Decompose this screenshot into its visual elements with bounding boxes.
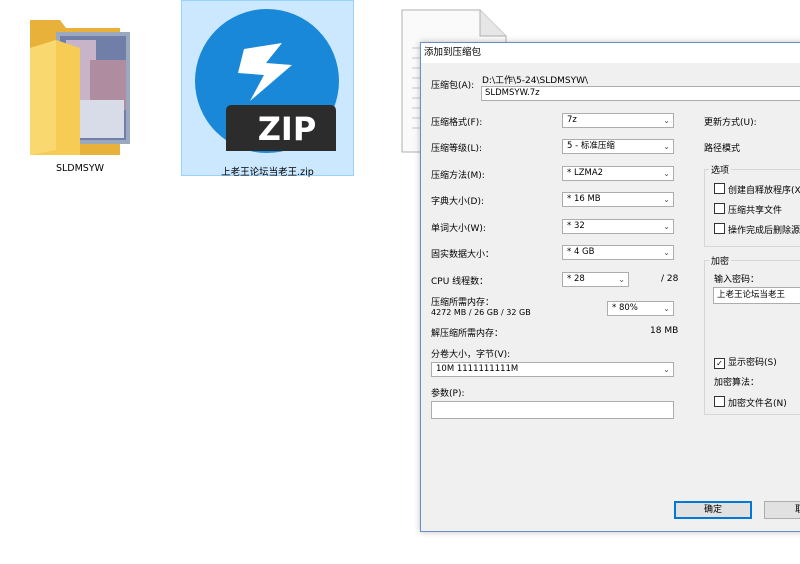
chevron-down-icon: ⌄ — [663, 195, 670, 204]
format-select[interactable]: 7z ⌄ — [562, 113, 674, 128]
chevron-down-icon: ⌄ — [663, 142, 670, 151]
solid-label: 固实数据大小： — [431, 250, 495, 260]
chevron-down-icon: ⌄ — [663, 116, 670, 125]
chevron-down-icon: ⌄ — [618, 275, 625, 284]
checkbox-icon — [714, 223, 725, 234]
dict-label: 字典大小(D): — [431, 197, 484, 207]
zip-file-item[interactable]: ZIP 上老王论坛当老王.zip — [181, 0, 354, 178]
check-icon: ✓ — [714, 358, 725, 369]
level-select[interactable]: 5 - 标准压缩 ⌄ — [562, 139, 674, 154]
mem-comp-label: 压缩所需内存： — [431, 298, 495, 308]
dialog-title: 添加到压缩包 — [421, 43, 800, 63]
dict-select[interactable]: * 16 MB ⌄ — [562, 192, 674, 207]
cpu-total: / 28 — [661, 274, 679, 284]
format-value: 7z — [567, 115, 577, 125]
dict-value: * 16 MB — [567, 194, 601, 204]
mem-decomp-label: 解压缩所需内存： — [431, 329, 504, 339]
archive-label: 压缩包(A): — [431, 81, 475, 91]
cpu-value: * 28 — [567, 274, 585, 284]
show-password-label: 显示密码(S) — [728, 358, 777, 368]
chevron-down-icon: ⌄ — [663, 365, 670, 374]
params-label: 参数(P): — [431, 389, 465, 399]
method-value: * LZMA2 — [567, 168, 604, 178]
word-label: 单词大小(W): — [431, 224, 486, 234]
encrypt-names-label: 加密文件名(N) — [728, 399, 787, 409]
password-label: 输入密码： — [714, 275, 760, 285]
mem-comp-select[interactable]: * 80% ⌄ — [607, 301, 674, 316]
opt-sfx-checkbox[interactable]: 创建自释放程序(X — [714, 183, 800, 196]
encrypt-title: 加密 — [709, 254, 732, 267]
path-mode-label: 路径模式 — [704, 144, 741, 154]
level-label: 压缩等级(L): — [431, 144, 483, 154]
cpu-select[interactable]: * 28 ⌄ — [562, 272, 629, 287]
show-password-checkbox[interactable]: ✓ 显示密码(S) — [714, 355, 777, 369]
checkbox-icon — [714, 203, 725, 214]
chevron-down-icon: ⌄ — [663, 222, 670, 231]
volume-label: 分卷大小，字节(V): — [431, 350, 511, 360]
opt-delete-label: 操作完成后删除源 — [728, 226, 800, 236]
ok-button[interactable]: 确定 — [674, 501, 752, 519]
update-label: 更新方式(U): — [704, 118, 757, 128]
solid-select[interactable]: * 4 GB ⌄ — [562, 245, 674, 260]
archive-path: D:\工作\5-24\SLDMSYW\ — [482, 76, 589, 86]
checkbox-icon — [714, 183, 725, 194]
word-value: * 32 — [567, 221, 585, 231]
zip-file-name: 上老王论坛当老王.zip — [221, 167, 314, 178]
method-select[interactable]: * LZMA2 ⌄ — [562, 166, 674, 181]
encrypt-names-checkbox[interactable]: 加密文件名(N) — [714, 396, 787, 409]
opt-shared-checkbox[interactable]: 压缩共享文件 — [714, 203, 782, 216]
chevron-down-icon: ⌄ — [663, 304, 670, 313]
mem-decomp-value: 18 MB — [650, 326, 679, 336]
options-title: 选项 — [709, 163, 732, 176]
cancel-button[interactable]: 取 — [764, 501, 800, 519]
opt-sfx-label: 创建自释放程序(X — [728, 186, 800, 196]
checkbox-icon — [714, 396, 725, 407]
folder-icon — [30, 20, 130, 155]
volume-select[interactable]: 10M 1111111111M ⌄ — [431, 362, 674, 377]
zip-badge-label: ZIP — [257, 110, 317, 148]
level-value: 5 - 标准压缩 — [567, 141, 615, 151]
method-label: 压缩方法(M): — [431, 171, 485, 181]
archive-name-input[interactable]: SLDMSYW.7z — [481, 86, 800, 101]
mem-comp-value: * 80% — [612, 303, 638, 313]
params-input[interactable] — [431, 401, 674, 419]
solid-value: * 4 GB — [567, 247, 595, 257]
encrypt-method-label: 加密算法： — [714, 378, 760, 388]
folder-item[interactable]: SLDMSYW — [20, 0, 140, 180]
cpu-label: CPU 线程数： — [431, 277, 489, 287]
format-label: 压缩格式(F): — [431, 118, 483, 128]
add-to-archive-dialog: 添加到压缩包 压缩包(A): D:\工作\5-24\SLDMSYW\ SLDMS… — [420, 42, 800, 532]
opt-shared-label: 压缩共享文件 — [728, 206, 783, 216]
folder-name: SLDMSYW — [55, 163, 105, 174]
word-select[interactable]: * 32 ⌄ — [562, 219, 674, 234]
chevron-down-icon: ⌄ — [663, 248, 670, 257]
password-input[interactable]: 上老王论坛当老王 — [713, 287, 800, 304]
chevron-down-icon: ⌄ — [663, 169, 670, 178]
opt-delete-checkbox[interactable]: 操作完成后删除源 — [714, 223, 800, 236]
mem-comp-detail: 4272 MB / 26 GB / 32 GB — [431, 308, 531, 317]
volume-value: 10M 1111111111M — [436, 364, 519, 374]
